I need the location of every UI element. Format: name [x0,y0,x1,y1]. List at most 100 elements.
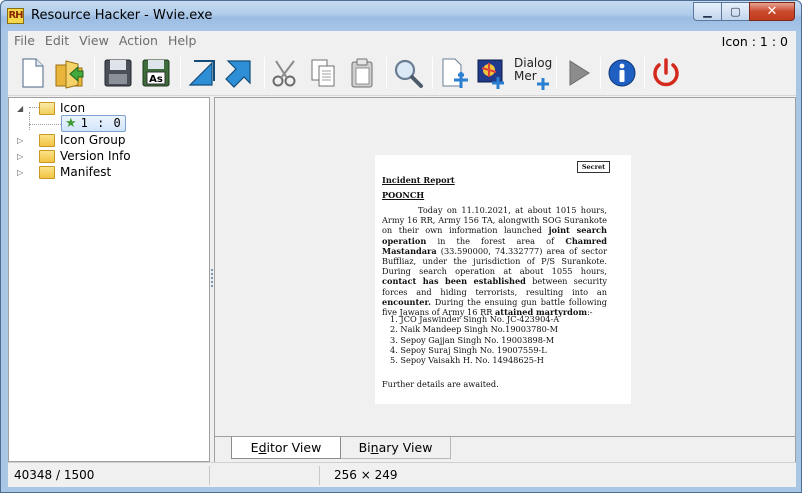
collapsed-arrow-icon[interactable]: ▷ [17,168,26,177]
compile-button[interactable] [184,55,220,91]
image-preview-pane: Secret Incident Report POONCH Today on 1… [214,97,796,437]
list-item: 4. Sepoy Suraj Singh No. 19007559-L [390,344,547,355]
run-button[interactable] [560,55,596,91]
window-controls: ▁ ▢ ✕ [693,2,795,21]
plus-icon [537,78,549,90]
secret-stamp: Secret [577,161,610,173]
new-button[interactable] [14,55,50,91]
tab-editor-view-text: itor View [266,440,322,455]
folder-icon [39,149,55,163]
go-to-button[interactable] [222,55,258,91]
martyr-list: 1. JCO Jaswinder Singh No. JC-423904-A 2… [390,314,559,365]
body-bold-text: encounter. [382,296,431,307]
info-icon [608,59,636,87]
selected-item[interactable]: ★ 1 : 0 [61,114,126,132]
tab-binary-view-text: ary View [378,440,433,455]
menu-edit[interactable]: Edit [40,31,74,51]
tree-node-icon[interactable]: ◢ Icon [17,100,85,116]
menu-action[interactable]: Action [114,31,163,51]
new-file-icon [22,58,44,88]
tab-binary-view[interactable]: Binary View [341,437,451,459]
paste-button[interactable] [344,55,380,91]
tree-leaf-1-0[interactable]: ★ 1 : 0 [61,114,126,132]
list-item: 3. Sepoy Gajjan Singh No. 19003898-M [390,334,555,345]
splitter-grip [211,281,213,283]
search-icon [394,59,423,88]
tree-label-version-info: Version Info [60,149,131,163]
app-window: RH Resource Hacker - Wvie.exe ▁ ▢ ✕ File… [0,0,802,493]
save-as-icon: As [142,59,170,87]
tab-binary-view-mnemonic: n [370,440,379,455]
toolbar-separator [556,57,557,89]
collapsed-arrow-icon[interactable]: ▷ [17,152,26,161]
document-body: Today on 11.10.2021, at about 1015 hours… [382,205,607,317]
maximize-button[interactable]: ▢ [721,2,749,21]
toolbar: As Dialog Mer [8,51,796,96]
toolbar-separator [264,57,265,89]
body-text: :- [587,307,593,318]
folder-icon [39,133,55,147]
icon-image-preview: Secret Incident Report POONCH Today on 1… [375,155,631,404]
tab-editor-view[interactable]: Editor View [231,437,341,459]
list-item: 1. JCO Jaswinder Singh No. JC-423904-A [390,314,560,324]
exit-button[interactable] [648,55,684,91]
resource-tree[interactable]: ◢ Icon ★ 1 : 0 ▷ Icon Group ▷ Version In… [8,97,210,462]
title-bar[interactable]: RH Resource Hacker - Wvie.exe ▁ ▢ ✕ [1,1,801,31]
about-button[interactable] [604,55,640,91]
body-bold-text: contact has been established [382,276,526,287]
add-resource-button[interactable] [436,55,472,91]
open-folder-icon [55,60,84,89]
tree-node-manifest[interactable]: ▷ Manifest [17,164,111,180]
tree-label-icon: Icon [60,101,86,115]
folder-icon [39,165,55,179]
copy-icon [311,59,335,87]
splitter-grip [211,273,213,275]
add-image-button[interactable] [474,55,510,91]
tab-editor-view-mnemonic: d [258,440,267,455]
toolbar-separator [94,57,95,89]
add-resource-icon [442,58,468,88]
exit-icon [653,58,679,87]
toolbar-separator [600,57,601,89]
dialog-merger-button[interactable]: Dialog Mer [512,55,552,91]
cut-icon [272,60,296,87]
status-bar: 40348 / 1500 256 × 249 [8,462,796,487]
save-as-button[interactable]: As [138,55,174,91]
tree-label-leaf: 1 : 0 [80,116,122,130]
find-button[interactable] [390,55,426,91]
cut-button[interactable] [268,55,304,91]
add-image-icon [477,59,504,89]
list-item: 2. Naik Mandeep Singh No.19003780-M [390,324,558,335]
menu-view[interactable]: View [74,31,114,51]
tree-connector [29,124,61,125]
list-item: 5. Sepoy Vaisakh H. No. 14948625-H [390,355,544,366]
menu-help[interactable]: Help [163,31,202,51]
document-title: Incident Report [382,175,455,185]
client-area: File Edit View Action Help Icon : 1 : 0 [8,31,796,487]
run-icon [569,60,590,86]
open-button[interactable] [52,55,88,91]
minimize-button[interactable]: ▁ [693,2,721,21]
view-tabs: Editor View Binary View [214,437,796,462]
save-button[interactable] [100,55,136,91]
tree-node-version-info[interactable]: ▷ Version Info [17,148,131,164]
go-to-icon [225,60,251,88]
open-folder-icon [39,101,55,115]
window-title: Resource Hacker - Wvie.exe [31,8,213,23]
close-button[interactable]: ✕ [749,2,795,21]
document-place: POONCH [382,190,425,200]
paste-icon [351,58,373,88]
collapsed-arrow-icon[interactable]: ▷ [17,136,26,145]
status-empty [210,466,320,485]
menu-file[interactable]: File [8,31,40,51]
tab-binary-view-text: Bi [358,440,371,455]
expanded-arrow-icon[interactable]: ◢ [17,104,26,113]
resource-hacker-app-icon[interactable]: RH [7,8,24,24]
star-icon: ★ [65,115,77,131]
tree-node-icon-group[interactable]: ▷ Icon Group [17,132,125,148]
save-icon [104,59,132,87]
copy-button[interactable] [306,55,342,91]
status-dimensions: 256 × 249 [334,468,398,482]
toolbar-separator [386,57,387,89]
toolbar-separator [644,57,645,89]
